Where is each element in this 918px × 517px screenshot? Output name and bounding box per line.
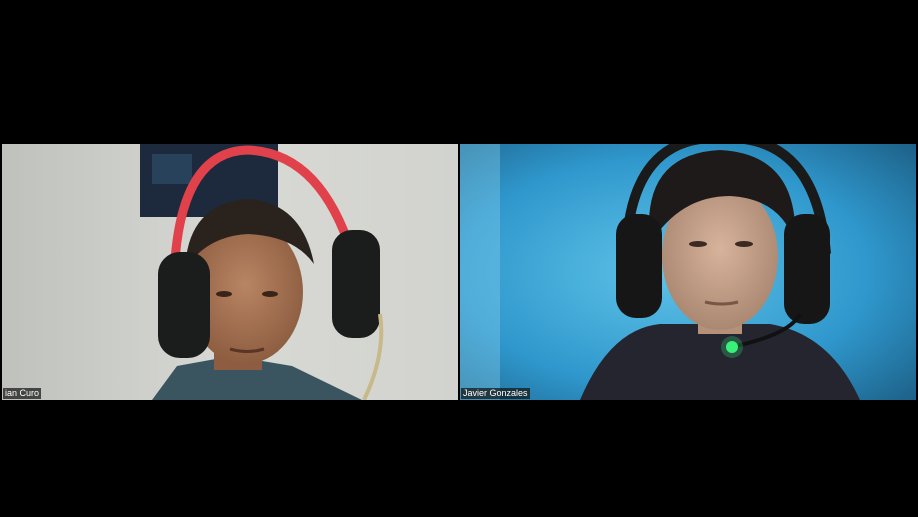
video-call-stage: ian Curo Javier Gonzales (0, 0, 918, 517)
participant-video-feed (2, 144, 458, 400)
participant-video-feed (460, 144, 916, 400)
participant-name-label: ian Curo (3, 388, 42, 399)
participant-video-tile-ian-curo[interactable]: ian Curo (2, 144, 458, 400)
participant-video-tile-javier-gonzales[interactable]: Javier Gonzales (460, 144, 916, 400)
participant-name-label: Javier Gonzales (461, 388, 530, 399)
